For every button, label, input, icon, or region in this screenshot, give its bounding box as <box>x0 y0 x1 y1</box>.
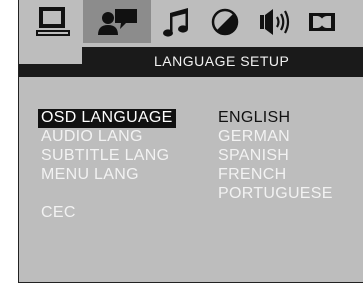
setup-window: LANGUAGE SETUP OSD LANGUAGE AUDIO LANG S… <box>18 0 363 283</box>
option-spanish[interactable]: SPANISH <box>218 147 333 166</box>
option-portuguese[interactable]: PORTUGUESE <box>218 185 333 204</box>
menu-item-menu-lang[interactable]: MENU LANG <box>38 166 176 185</box>
page-title: LANGUAGE SETUP <box>154 53 290 69</box>
menu-item-osd-language[interactable]: OSD LANGUAGE <box>38 109 176 128</box>
language-options: ENGLISH GERMAN SPANISH FRENCH PORTUGUESE <box>218 109 333 204</box>
menu-spacer <box>41 185 176 204</box>
speaker-icon <box>260 8 290 35</box>
option-french[interactable]: FRENCH <box>218 166 333 185</box>
option-english[interactable]: ENGLISH <box>218 109 333 128</box>
tab-dolby-setup[interactable] <box>307 0 363 43</box>
header-notch <box>19 47 82 64</box>
menu-item-audio-lang[interactable]: AUDIO LANG <box>38 128 176 147</box>
monitor-icon <box>36 6 70 36</box>
half-circle-icon <box>211 8 239 35</box>
dolby-icon <box>309 12 335 31</box>
option-german[interactable]: GERMAN <box>218 128 333 147</box>
menu-item-cec[interactable]: CEC <box>38 204 176 223</box>
tab-speaker-setup[interactable] <box>253 0 297 43</box>
menu-item-subtitle-lang[interactable]: SUBTITLE LANG <box>38 147 176 166</box>
language-speech-icon <box>98 8 137 35</box>
settings-menu: OSD LANGUAGE AUDIO LANG SUBTITLE LANG ME… <box>38 109 176 223</box>
tab-language-setup[interactable] <box>83 0 151 43</box>
setup-tab-bar <box>19 0 363 43</box>
tab-video-setup[interactable] <box>205 0 245 43</box>
music-note-icon <box>163 7 188 37</box>
tab-general-setup[interactable] <box>29 0 77 43</box>
page-header: LANGUAGE SETUP <box>19 47 363 77</box>
tab-audio-setup[interactable] <box>157 0 197 43</box>
